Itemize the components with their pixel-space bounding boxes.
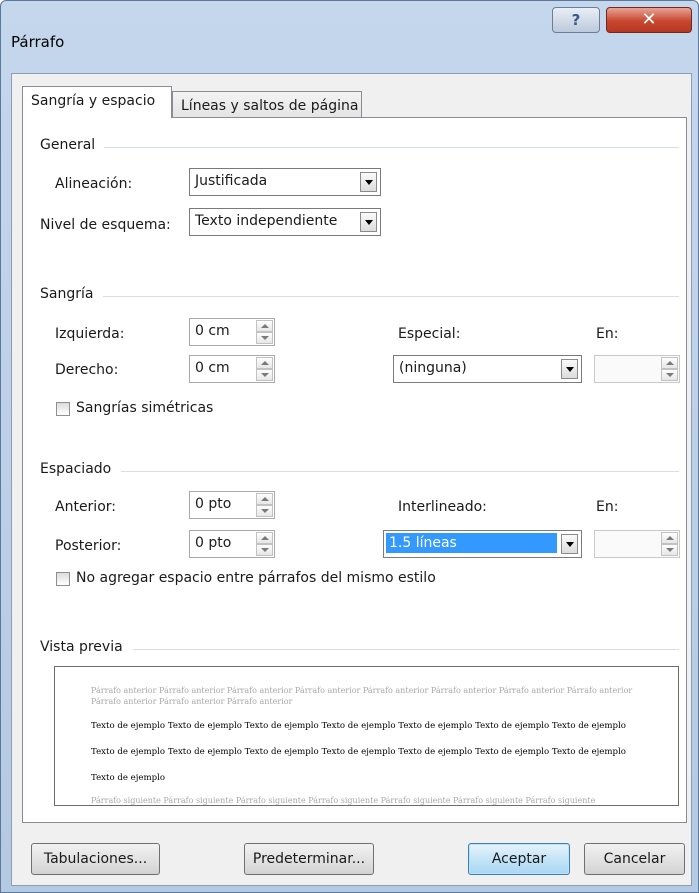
preview-sample-text: Texto de ejemplo Texto de ejemplo Texto … xyxy=(91,721,626,783)
help-button[interactable]: ? xyxy=(552,7,600,33)
indent-left-stepper[interactable]: 0 cm xyxy=(189,318,275,346)
cancel-button[interactable]: Cancelar xyxy=(584,843,685,875)
arrow-down-icon[interactable] xyxy=(256,332,273,344)
alignment-select[interactable]: Justificada xyxy=(189,168,381,196)
chevron-down-icon[interactable] xyxy=(360,172,377,192)
indent-divider xyxy=(103,296,679,297)
tabs-button[interactable]: Tabulaciones... xyxy=(31,843,160,875)
special-indent-value: (ninguna) xyxy=(399,360,467,376)
line-spacing-at-label: En: xyxy=(596,499,619,515)
no-space-same-style-label[interactable]: No agregar espacio entre párrafos del mi… xyxy=(76,570,436,586)
preview-box: Párrafo anterior Párrafo anterior Párraf… xyxy=(54,666,679,806)
indent-right-value: 0 cm xyxy=(195,360,230,376)
outline-level-label: Nivel de esquema: xyxy=(40,217,171,233)
arrow-up-icon[interactable] xyxy=(256,493,273,505)
dialog-title: Párrafo xyxy=(11,33,65,51)
mirror-indents-label[interactable]: Sangrías simétricas xyxy=(76,400,213,416)
chevron-down-icon[interactable] xyxy=(561,534,578,554)
no-space-same-style-checkbox[interactable] xyxy=(56,572,70,586)
indent-left-value: 0 cm xyxy=(195,323,230,339)
arrow-up-icon[interactable] xyxy=(661,357,678,369)
alignment-label: Alineación: xyxy=(55,176,133,192)
arrow-up-icon[interactable] xyxy=(256,532,273,544)
stepper-buttons xyxy=(661,357,678,381)
stepper-buttons xyxy=(256,532,273,556)
tab-line-page-breaks[interactable]: Líneas y saltos de página xyxy=(172,91,362,120)
spacing-before-label: Anterior: xyxy=(55,499,116,515)
general-heading: General xyxy=(40,137,96,153)
stepper-buttons xyxy=(256,357,273,381)
set-default-button[interactable]: Predeterminar... xyxy=(244,843,374,875)
line-spacing-at-stepper[interactable] xyxy=(594,530,680,558)
tab-label: Líneas y saltos de página xyxy=(181,98,359,114)
tab-label: Sangría y espacio xyxy=(31,93,156,109)
title-bar: Párrafo ? ✕ xyxy=(1,1,698,73)
mirror-indents-checkbox[interactable] xyxy=(56,402,70,416)
special-indent-label: Especial: xyxy=(398,326,461,342)
arrow-up-icon[interactable] xyxy=(256,357,273,369)
special-indent-select[interactable]: (ninguna) xyxy=(393,355,582,383)
indent-right-stepper[interactable]: 0 cm xyxy=(189,355,275,383)
indent-right-label: Derecho: xyxy=(55,362,119,378)
spacing-after-label: Posterior: xyxy=(55,538,122,554)
stepper-buttons xyxy=(256,493,273,517)
indent-heading: Sangría xyxy=(40,286,94,302)
spacing-after-value: 0 pto xyxy=(195,535,232,551)
ok-button[interactable]: Aceptar xyxy=(468,843,570,875)
arrow-down-icon[interactable] xyxy=(661,369,678,381)
line-spacing-label: Interlineado: xyxy=(398,499,487,515)
chevron-down-icon[interactable] xyxy=(561,359,578,379)
line-spacing-select[interactable]: 1.5 líneas xyxy=(383,530,582,558)
arrow-up-icon[interactable] xyxy=(661,532,678,544)
outline-level-select[interactable]: Texto independiente xyxy=(189,208,381,236)
preview-next-paragraph: Párrafo siguiente Párrafo siguiente Párr… xyxy=(91,796,596,805)
close-button[interactable]: ✕ xyxy=(606,7,692,33)
preview-divider xyxy=(133,649,679,650)
spacing-before-stepper[interactable]: 0 pto xyxy=(189,491,275,519)
tab-indents-spacing[interactable]: Sangría y espacio xyxy=(22,86,172,118)
outline-level-value: Texto independiente xyxy=(195,213,338,229)
stepper-buttons xyxy=(256,320,273,344)
preview-previous-paragraph: Párrafo anterior Párrafo anterior Párraf… xyxy=(91,686,633,706)
spacing-before-value: 0 pto xyxy=(195,496,232,512)
spacing-after-stepper[interactable]: 0 pto xyxy=(189,530,275,558)
spacing-divider xyxy=(121,471,679,472)
indent-by-stepper[interactable] xyxy=(594,355,680,383)
general-divider xyxy=(104,147,679,148)
arrow-down-icon[interactable] xyxy=(661,544,678,556)
line-spacing-value: 1.5 líneas xyxy=(386,533,557,553)
stepper-buttons xyxy=(661,532,678,556)
preview-heading: Vista previa xyxy=(40,639,123,655)
spacing-heading: Espaciado xyxy=(40,461,112,477)
alignment-value: Justificada xyxy=(195,173,268,189)
arrow-down-icon[interactable] xyxy=(256,505,273,517)
arrow-down-icon[interactable] xyxy=(256,369,273,381)
indent-by-label: En: xyxy=(596,326,619,342)
arrow-down-icon[interactable] xyxy=(256,544,273,556)
chevron-down-icon[interactable] xyxy=(360,212,377,232)
indent-left-label: Izquierda: xyxy=(55,326,125,342)
arrow-up-icon[interactable] xyxy=(256,320,273,332)
